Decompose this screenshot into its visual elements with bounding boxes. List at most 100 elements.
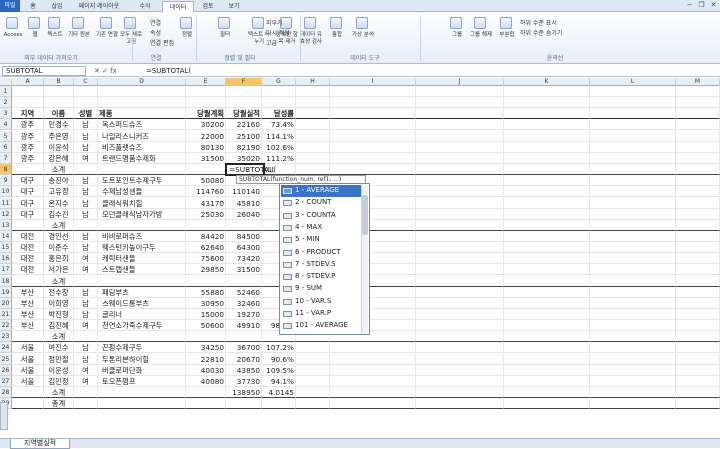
- ribbon-small-2[interactable]: 연결 편집: [150, 40, 174, 47]
- cell[interactable]: 80130: [186, 141, 226, 153]
- cell[interactable]: 138950: [226, 387, 262, 399]
- empty-cell[interactable]: [330, 141, 416, 153]
- cell[interactable]: 캐릭터샌들: [98, 253, 186, 265]
- cell[interactable]: 50600: [186, 320, 226, 332]
- empty-cell[interactable]: [590, 164, 676, 176]
- cell[interactable]: 두톤리본하이힐: [98, 353, 186, 365]
- cell[interactable]: 43170: [186, 197, 226, 209]
- empty-cell[interactable]: [590, 342, 676, 354]
- cell[interactable]: 소계: [44, 164, 74, 176]
- column-header-H[interactable]: H: [296, 78, 330, 86]
- cell[interactable]: 대구: [12, 186, 44, 198]
- empty-cell[interactable]: [44, 97, 74, 109]
- row-header-17[interactable]: 17: [0, 264, 12, 276]
- empty-cell[interactable]: [416, 119, 504, 131]
- cell[interactable]: 남: [74, 208, 98, 220]
- subtotal-icon[interactable]: [500, 17, 512, 29]
- tab-0[interactable]: 파일: [0, 0, 20, 12]
- cell[interactable]: 82190: [226, 141, 262, 153]
- empty-cell[interactable]: [330, 130, 416, 142]
- empty-cell[interactable]: [296, 398, 330, 410]
- empty-cell[interactable]: [416, 253, 504, 265]
- cell[interactable]: 당월계획: [186, 108, 226, 120]
- cell[interactable]: 남: [74, 353, 98, 365]
- empty-cell[interactable]: [98, 275, 186, 287]
- empty-cell[interactable]: [590, 297, 676, 309]
- autocomplete-item[interactable]: 5 - MIN: [281, 234, 361, 246]
- empty-cell[interactable]: [676, 130, 720, 142]
- cell[interactable]: 30200: [186, 119, 226, 131]
- empty-cell[interactable]: [504, 264, 590, 276]
- cell[interactable]: 109.5%: [262, 364, 296, 376]
- empty-cell[interactable]: [330, 108, 416, 120]
- cell[interactable]: 111.2%: [262, 152, 296, 164]
- empty-cell[interactable]: [590, 364, 676, 376]
- empty-cell[interactable]: [504, 186, 590, 198]
- cell[interactable]: 30950: [186, 297, 226, 309]
- empty-cell[interactable]: [98, 219, 186, 231]
- cell[interactable]: 45810: [226, 197, 262, 209]
- cell[interactable]: 22000: [186, 130, 226, 142]
- cell[interactable]: 토오픈펌프: [98, 375, 186, 387]
- cell[interactable]: 남: [74, 119, 98, 131]
- empty-cell[interactable]: [590, 186, 676, 198]
- cell[interactable]: 웨스턴키높이구두: [98, 242, 186, 254]
- cell[interactable]: 남: [74, 130, 98, 142]
- empty-cell[interactable]: [676, 164, 720, 176]
- empty-cell[interactable]: [416, 331, 504, 343]
- empty-cell[interactable]: [590, 253, 676, 265]
- empty-cell[interactable]: [12, 219, 44, 231]
- ribbon-small-3[interactable]: 지우기: [266, 20, 283, 27]
- cell[interactable]: 대구: [12, 175, 44, 187]
- cell[interactable]: 여진수: [44, 342, 74, 354]
- empty-cell[interactable]: [504, 297, 590, 309]
- row-header-9[interactable]: 9: [0, 175, 12, 187]
- cell[interactable]: 84420: [186, 230, 226, 242]
- empty-cell[interactable]: [262, 398, 296, 410]
- ribbon-small-7[interactable]: 하위 수준 숨기기: [520, 30, 562, 37]
- column-header-C[interactable]: C: [74, 78, 98, 86]
- ribbon-label-0[interactable]: Access: [2, 32, 24, 39]
- cell[interactable]: 114760: [186, 186, 226, 198]
- tab-6[interactable]: 검토: [196, 1, 220, 12]
- empty-cell[interactable]: [676, 152, 720, 164]
- empty-cell[interactable]: [590, 175, 676, 187]
- autocomplete-item[interactable]: 11 - VAR.P: [281, 308, 361, 320]
- empty-cell[interactable]: [226, 219, 262, 231]
- empty-cell[interactable]: [504, 141, 590, 153]
- empty-cell[interactable]: [416, 186, 504, 198]
- empty-cell[interactable]: [296, 97, 330, 109]
- cell[interactable]: 박진형: [44, 309, 74, 320]
- ribbon-label-10[interactable]: 데이터 유효성 검사: [300, 32, 322, 46]
- ribbon-label-14[interactable]: 그룹 해제: [470, 32, 492, 39]
- empty-cell[interactable]: [296, 108, 330, 120]
- cell[interactable]: 스웨이드롱부츠: [98, 297, 186, 309]
- cell[interactable]: 남: [74, 297, 98, 309]
- cell[interactable]: 여: [74, 253, 98, 265]
- empty-cell[interactable]: [74, 219, 98, 231]
- cell[interactable]: 84500: [226, 230, 262, 242]
- cell[interactable]: 김민정: [44, 375, 74, 387]
- empty-cell[interactable]: [676, 141, 720, 153]
- empty-cell[interactable]: [416, 364, 504, 376]
- empty-cell[interactable]: [44, 86, 74, 97]
- cell[interactable]: 55880: [186, 286, 226, 298]
- empty-cell[interactable]: [676, 175, 720, 187]
- empty-cell[interactable]: [416, 130, 504, 142]
- empty-cell[interactable]: [330, 387, 416, 399]
- cell[interactable]: 22810: [186, 353, 226, 365]
- cell[interactable]: 남: [74, 342, 98, 354]
- empty-cell[interactable]: [262, 97, 296, 109]
- cell[interactable]: 성별: [74, 108, 98, 120]
- empty-cell[interactable]: [676, 331, 720, 343]
- cell[interactable]: 114.1%: [262, 130, 296, 142]
- row-header-14[interactable]: 14: [0, 230, 12, 242]
- empty-cell[interactable]: [416, 164, 504, 176]
- empty-cell[interactable]: [296, 86, 330, 97]
- empty-cell[interactable]: [74, 398, 98, 410]
- empty-cell[interactable]: [12, 331, 44, 343]
- row-header-24[interactable]: 24: [0, 342, 12, 354]
- cell[interactable]: 이름: [44, 108, 74, 120]
- cell[interactable]: 36700: [226, 342, 262, 354]
- row-header-3[interactable]: 3: [0, 108, 12, 120]
